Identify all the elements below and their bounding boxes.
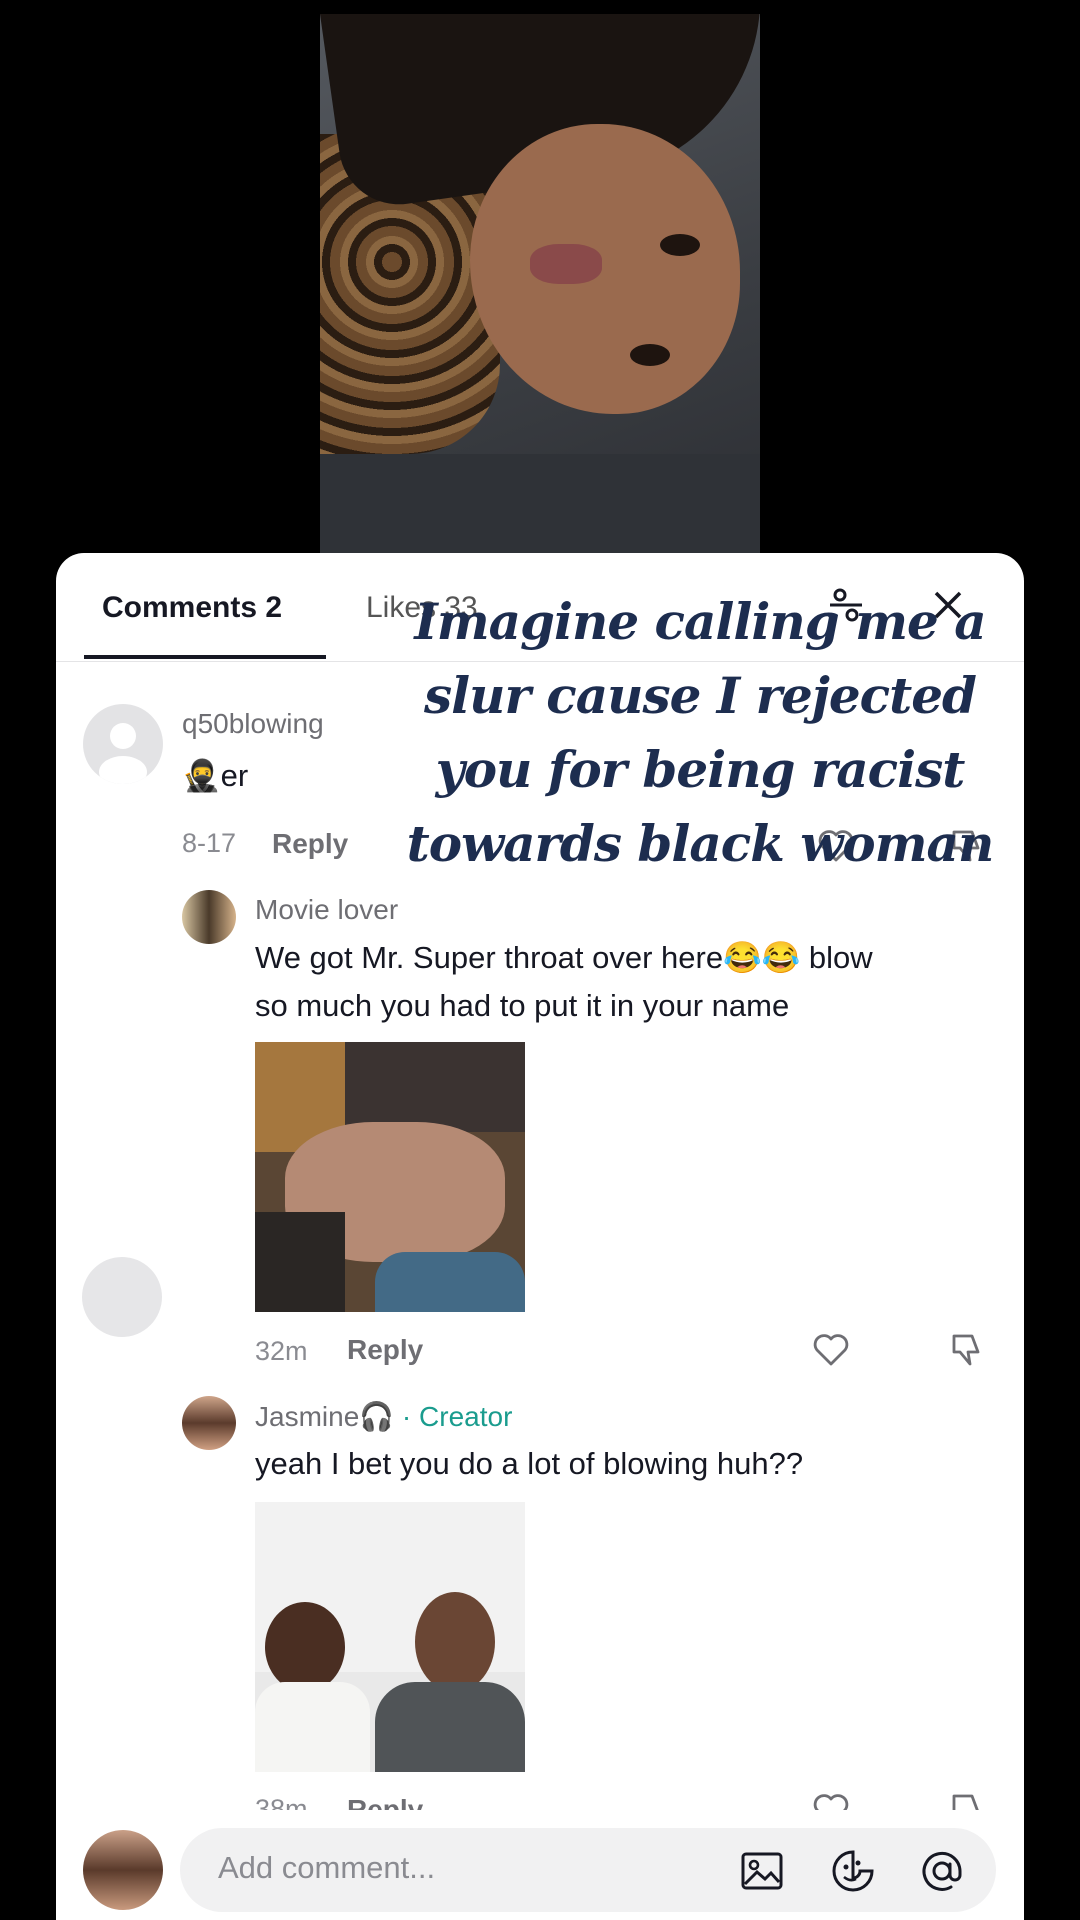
caption-line: Imagine calling me a [414,592,986,651]
reply-button[interactable]: Reply [272,828,348,860]
gif-attachment[interactable] [255,1502,525,1772]
comment-time: 8-17 [182,828,237,858]
gif-sleeve [255,1212,345,1312]
caption-line: you for being racist [435,740,966,799]
gif-person-sweater [375,1682,525,1772]
gif-person-head [265,1602,345,1692]
headphones-emoji: 🎧 [359,1401,395,1432]
video-eye [660,234,700,256]
thumbs-down-icon[interactable] [946,1330,986,1370]
at-icon[interactable] [919,1848,965,1894]
tab-comments[interactable]: Comments 2 [102,591,282,625]
avatar[interactable] [182,1396,236,1450]
caption-line: towards black woman [406,814,995,873]
video-caption-overlay: Imagine calling me a slur cause I reject… [370,585,1030,881]
avatar-default[interactable] [82,1257,162,1337]
emoji-sticker-icon[interactable] [830,1848,876,1894]
comment-text-line: so much you had to put it in your name [255,988,790,1023]
comment-input-placeholder[interactable]: Add comment... [218,1850,435,1886]
gif-bowl [375,1252,525,1312]
gif-person-head [415,1592,495,1692]
comment-text: 🥷er [182,758,249,793]
video-floor [320,454,760,554]
creator-label: · Creator [401,1401,513,1432]
video-lips [530,244,602,284]
tab-active-indicator [84,655,326,659]
comment-text-line: We got Mr. Super throat over here😂😂 blow [255,940,873,975]
ninja-emoji: 🥷 [182,758,221,793]
gif-person-shirt [255,1682,370,1772]
comment-username[interactable]: Movie lover [255,894,398,926]
my-avatar[interactable] [83,1830,163,1910]
reply-button[interactable]: Reply [347,1334,423,1366]
comment-time: 32m [255,1336,308,1366]
comment-username[interactable]: q50blowing [182,708,324,740]
avatar[interactable] [182,890,236,944]
video-eye [630,344,670,366]
image-icon[interactable] [739,1848,785,1894]
gif-hair [345,1042,525,1132]
comment-username[interactable]: Jasmine🎧 · Creator [255,1400,512,1433]
comment-text: yeah I bet you do a lot of blowing huh?? [255,1446,804,1481]
avatar[interactable] [83,704,163,784]
video-player[interactable] [320,14,760,554]
default-user-icon [99,723,147,784]
heart-icon[interactable] [811,1330,851,1370]
caption-line: slur cause I rejected [424,666,977,725]
gif-attachment[interactable] [255,1042,525,1312]
